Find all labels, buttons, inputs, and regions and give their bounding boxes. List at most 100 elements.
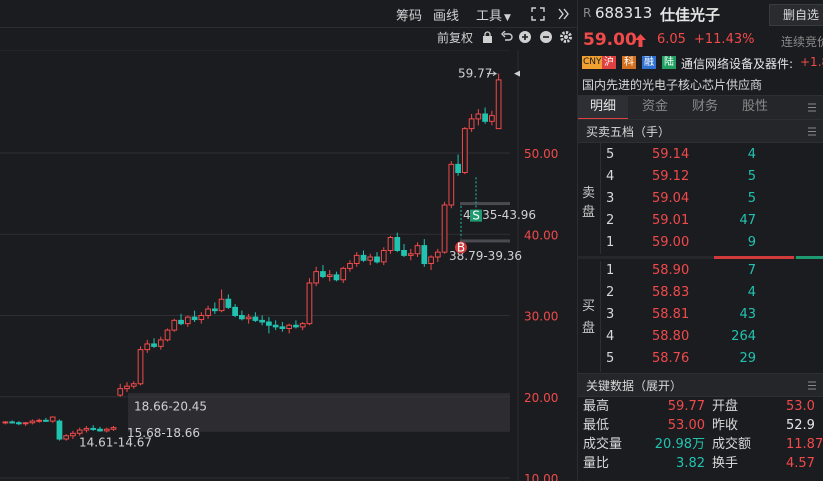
- ask-row[interactable]: 2 59.01 47: [578, 210, 823, 232]
- candle[interactable]: [279, 326, 286, 329]
- candle[interactable]: [333, 274, 340, 281]
- candle[interactable]: [43, 419, 49, 422]
- candle[interactable]: [380, 250, 387, 263]
- candle[interactable]: [130, 383, 137, 387]
- candle[interactable]: [36, 419, 43, 422]
- ask-row[interactable]: 1 59.00 9: [578, 232, 823, 254]
- keydata-menu-icon[interactable]: [808, 381, 816, 390]
- candle[interactable]: [414, 245, 421, 255]
- tab-finance[interactable]: 财务: [680, 96, 730, 118]
- candle[interactable]: [9, 421, 15, 424]
- candle[interactable]: [266, 321, 272, 326]
- tools-menu[interactable]: 工具 ▼: [476, 5, 511, 24]
- candle[interactable]: [245, 316, 252, 320]
- candle[interactable]: [272, 324, 279, 328]
- candle[interactable]: [401, 250, 407, 256]
- candle[interactable]: [475, 113, 482, 120]
- candle[interactable]: [482, 113, 488, 122]
- candle[interactable]: [70, 432, 76, 437]
- candle[interactable]: [306, 282, 313, 325]
- keydata-title[interactable]: 关键数据（展开）: [586, 377, 682, 394]
- candle[interactable]: [83, 427, 90, 431]
- tag-star[interactable]: 科: [622, 56, 636, 69]
- candle[interactable]: [367, 256, 374, 261]
- candle[interactable]: [455, 163, 461, 173]
- candle[interactable]: [421, 245, 428, 264]
- price-adjust-select[interactable]: 前复权: [437, 29, 473, 46]
- candle[interactable]: [428, 256, 434, 264]
- candle[interactable]: [97, 428, 103, 432]
- tab-stock-character[interactable]: 股性: [730, 96, 780, 118]
- candle[interactable]: [353, 254, 360, 264]
- tag-connect[interactable]: 陆: [662, 56, 676, 69]
- candle[interactable]: [144, 343, 151, 351]
- candle[interactable]: [374, 256, 380, 263]
- lock-icon[interactable]: [482, 31, 493, 44]
- ask-row[interactable]: 5 59.14 4: [578, 144, 823, 166]
- bid-row[interactable]: 1 58.90 7: [578, 260, 823, 282]
- candle[interactable]: [293, 324, 299, 328]
- bid-row[interactable]: 5 58.76 29: [578, 348, 823, 370]
- tag-cny[interactable]: CNY: [582, 56, 603, 69]
- candle[interactable]: [232, 306, 238, 316]
- bid-row[interactable]: 2 58.83 4: [578, 282, 823, 304]
- candle[interactable]: [299, 323, 306, 328]
- candle[interactable]: [90, 427, 97, 430]
- candle[interactable]: [110, 427, 117, 430]
- candle[interactable]: [468, 118, 475, 130]
- candle[interactable]: [448, 163, 455, 206]
- candle[interactable]: [205, 308, 211, 316]
- candle[interactable]: [252, 316, 259, 321]
- candle[interactable]: [151, 343, 157, 347]
- tab-detail[interactable]: 明细: [578, 96, 628, 120]
- bid-row[interactable]: 3 58.81 43: [578, 304, 823, 326]
- candle[interactable]: [63, 435, 70, 440]
- ask-row[interactable]: 3 59.04 5: [578, 188, 823, 210]
- candle[interactable]: [313, 271, 320, 284]
- candle[interactable]: [326, 274, 333, 277]
- candle[interactable]: [117, 388, 124, 396]
- candle[interactable]: [407, 253, 414, 256]
- candle[interactable]: [434, 251, 441, 258]
- zoom-in-icon[interactable]: [518, 30, 532, 44]
- candle[interactable]: [495, 79, 502, 130]
- zoom-out-icon[interactable]: [539, 30, 553, 44]
- candle[interactable]: [286, 324, 293, 329]
- candle[interactable]: [461, 128, 468, 173]
- candle[interactable]: [184, 316, 191, 325]
- candle[interactable]: [49, 416, 56, 422]
- candle[interactable]: [124, 385, 130, 390]
- fullscreen-icon[interactable]: [531, 7, 545, 21]
- candle[interactable]: [103, 428, 110, 432]
- candle[interactable]: [239, 315, 245, 320]
- candle[interactable]: [198, 315, 205, 321]
- candle[interactable]: [2, 421, 9, 424]
- candle[interactable]: [164, 329, 171, 341]
- candle[interactable]: [22, 422, 29, 425]
- candle[interactable]: [29, 420, 36, 424]
- candle[interactable]: [360, 254, 367, 261]
- candle[interactable]: [387, 237, 394, 251]
- candle[interactable]: [394, 237, 401, 251]
- candle[interactable]: [441, 204, 448, 253]
- chips-button[interactable]: 筹码: [396, 5, 422, 24]
- orderbook-menu-icon[interactable]: [808, 127, 816, 136]
- tab-overflow-icon[interactable]: [808, 103, 816, 112]
- candle[interactable]: [171, 319, 178, 331]
- settings-gear-icon[interactable]: [559, 30, 573, 44]
- candle[interactable]: [218, 298, 225, 312]
- draw-line-button[interactable]: 画线: [433, 5, 459, 24]
- candle[interactable]: [211, 308, 218, 312]
- candle[interactable]: [76, 429, 83, 434]
- candle[interactable]: [259, 319, 265, 323]
- candle[interactable]: [320, 271, 326, 277]
- candle[interactable]: [340, 267, 347, 281]
- candle[interactable]: [191, 316, 198, 321]
- bid-row[interactable]: 4 58.80 264: [578, 326, 823, 348]
- double-chevron-right-icon[interactable]: [558, 7, 570, 21]
- ask-row[interactable]: 4 59.12 5: [578, 166, 823, 188]
- candle[interactable]: [16, 422, 22, 425]
- candle[interactable]: [178, 319, 184, 325]
- tag-sh[interactable]: 沪: [602, 56, 616, 69]
- candle[interactable]: [225, 298, 232, 308]
